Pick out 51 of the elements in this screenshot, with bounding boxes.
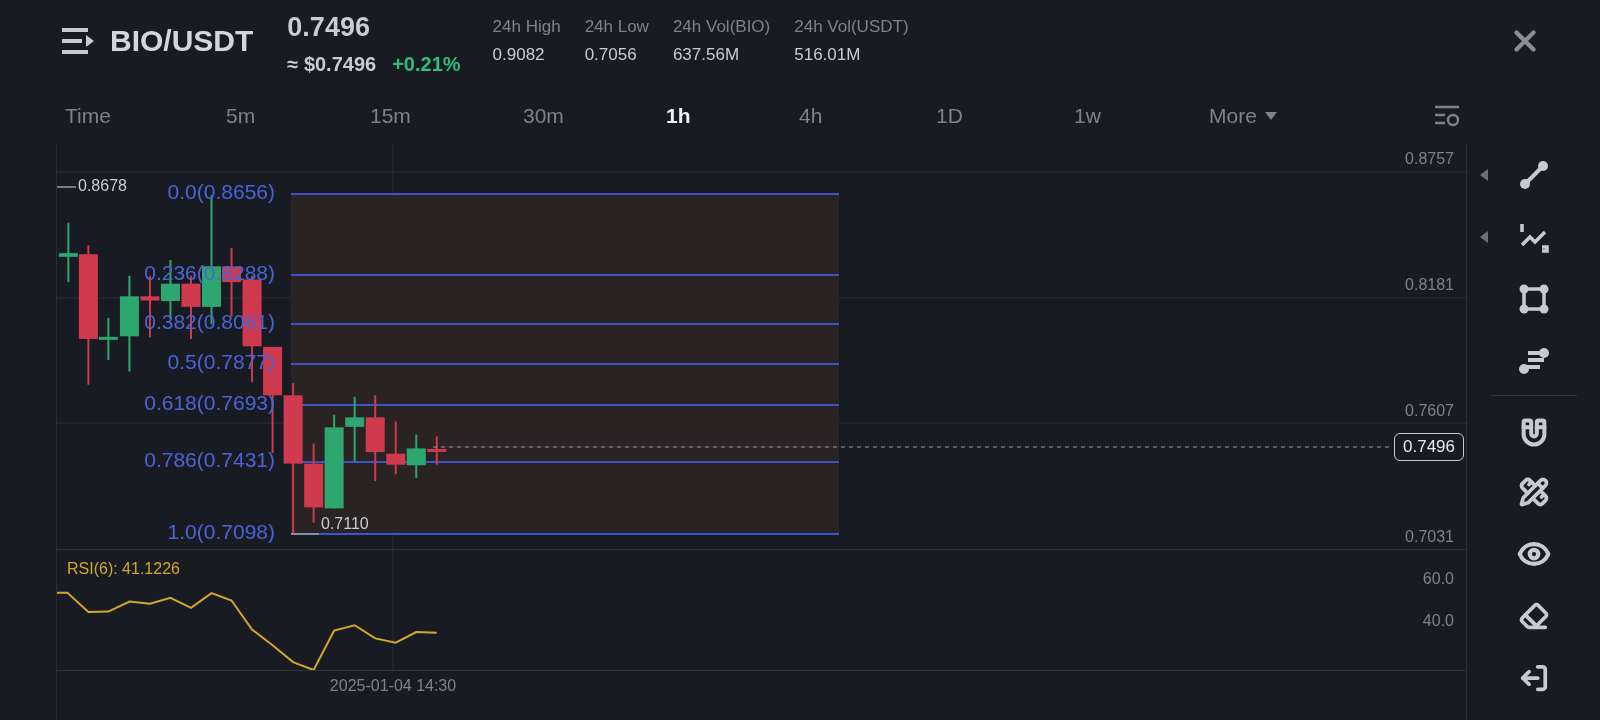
zigzag-icon (1517, 221, 1550, 253)
stat-label: 24h Low (584, 17, 649, 37)
chart-settings-button[interactable] (1434, 104, 1460, 128)
time-axis-label: 2025-01-04 14:30 (329, 677, 457, 695)
eraser-icon (1518, 601, 1549, 631)
lines-with-dots-icon (1517, 345, 1550, 377)
interval-tab[interactable]: More (1209, 104, 1349, 128)
fib-level-label: 1.0(0.7098) (167, 520, 275, 544)
high-price-marker: 0.8678 (78, 177, 127, 195)
interval-tab[interactable]: 5m (226, 104, 370, 128)
caret-icon (1479, 231, 1488, 243)
low-price-marker: 0.7110 (321, 515, 369, 533)
rsi-label: RSI(6): 41.1226 (67, 560, 180, 578)
stat-label: 24h Vol(BIO) (672, 17, 771, 37)
current-price-tag: 0.7496 (1394, 433, 1464, 461)
fib-level-label: 0.786(0.7431) (144, 448, 275, 472)
settings-icon (1434, 104, 1460, 128)
price-change: +0.21% (392, 53, 461, 76)
fib-level-label: 0.0(0.8656) (167, 180, 275, 204)
price-axis-label: 0.7031 (1405, 528, 1454, 546)
stat-label: 24h High (492, 17, 561, 37)
candlestick (345, 395, 365, 463)
exit-icon (1518, 663, 1549, 693)
price-axis-label: 0.8181 (1405, 276, 1454, 294)
leader-line (57, 186, 77, 188)
interval-tab[interactable]: 4h (799, 104, 936, 128)
stat-value: 637.56M (672, 45, 741, 65)
interval-tab[interactable]: Time (65, 104, 226, 128)
rsi-axis-label: 40.0 (1422, 612, 1454, 630)
leader-line (290, 533, 320, 535)
stat-value: 0.9082 (492, 45, 546, 65)
stat-label: 24h Vol(USDT) (794, 17, 909, 37)
price-axis-label: 0.7607 (1405, 402, 1454, 420)
usd-price: ≈ $0.7496 (287, 53, 377, 76)
menu-icon[interactable] (62, 28, 96, 54)
line-segment-icon (1517, 159, 1550, 191)
interval-tab[interactable]: 1h (666, 104, 799, 128)
stat-value: 516.01M (794, 45, 862, 65)
interval-tab[interactable]: 30m (523, 104, 666, 128)
rectangle-icon (1517, 283, 1550, 315)
stat-value: 0.7056 (584, 45, 638, 65)
interval-tab[interactable]: 1w (1074, 104, 1209, 128)
interval-tab[interactable]: 15m (370, 104, 523, 128)
pair-title: BIO/USDT (110, 24, 254, 58)
caret-icon (1264, 112, 1277, 120)
pencil-icon (1518, 477, 1549, 507)
price-axis-label: 0.8757 (1405, 150, 1454, 168)
last-price: 0.7496 (287, 12, 371, 43)
caret-icon (1479, 169, 1488, 181)
rsi-axis-label: 60.0 (1422, 570, 1454, 588)
interval-tab[interactable]: 1D (936, 104, 1074, 128)
